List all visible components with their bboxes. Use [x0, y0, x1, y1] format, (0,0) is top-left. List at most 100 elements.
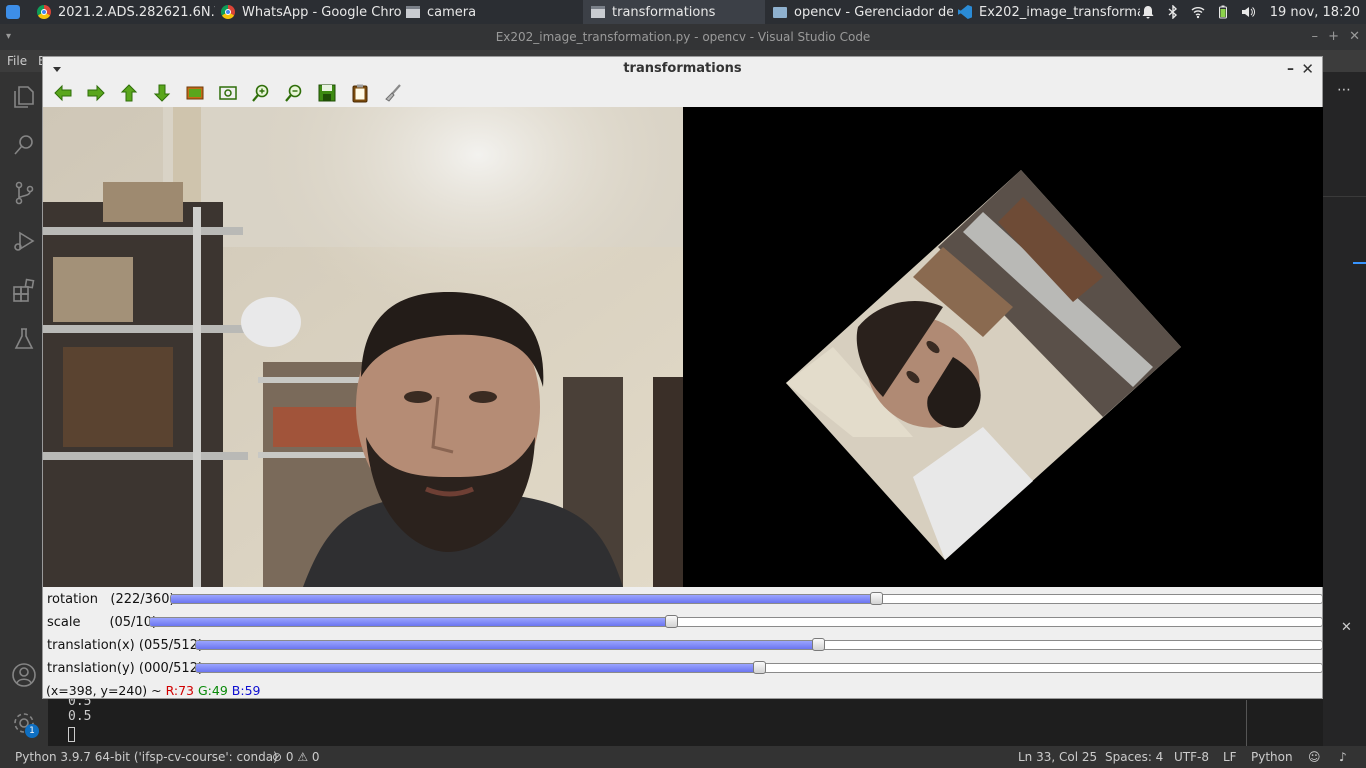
- vscode-menu-arrow-icon[interactable]: ▾: [6, 24, 11, 50]
- feedback-icon[interactable]: ☺: [1308, 746, 1321, 768]
- notifications-bell-icon[interactable]: ♪: [1339, 746, 1347, 768]
- panel-split-line: [1246, 700, 1247, 746]
- vscode-icon: [958, 5, 972, 19]
- scale-track[interactable]: [149, 617, 1323, 627]
- zoom-to-fit-icon[interactable]: [184, 82, 206, 104]
- encoding[interactable]: UTF-8: [1174, 746, 1209, 768]
- language-mode[interactable]: Python: [1251, 746, 1293, 768]
- blue-value: B:59: [231, 683, 261, 698]
- line-ending[interactable]: LF: [1223, 746, 1237, 768]
- cv-titlebar: transformations – ✕: [43, 57, 1322, 81]
- extensions-icon[interactable]: [11, 278, 37, 304]
- task-vscode[interactable]: Ex202_image_transformat...: [958, 0, 1140, 24]
- red-value: R:73: [165, 683, 195, 698]
- transformed-frame: [786, 170, 1181, 560]
- wifi-icon[interactable]: [1191, 5, 1205, 19]
- zoom-in-icon[interactable]: [250, 82, 272, 104]
- more-actions-icon[interactable]: ⋯: [1337, 82, 1351, 98]
- bluetooth-icon[interactable]: [1166, 5, 1180, 19]
- bell-icon[interactable]: [1141, 5, 1155, 19]
- cursor-position[interactable]: Ln 33, Col 25: [1018, 746, 1097, 768]
- search-icon[interactable]: [11, 132, 37, 158]
- minimize-icon[interactable]: –: [1287, 57, 1294, 81]
- explorer-icon[interactable]: [11, 84, 37, 110]
- task-camera[interactable]: camera: [406, 0, 576, 24]
- translation-x-track[interactable]: [195, 640, 1323, 650]
- notification-badge: 1: [25, 724, 39, 738]
- slider-translation-x: translation(x) (055/512): [43, 634, 1323, 657]
- volume-icon[interactable]: [1241, 5, 1255, 19]
- menu-file[interactable]: File: [7, 50, 27, 72]
- chrome-icon: [37, 5, 51, 19]
- task-label: 2021.2.ADS.282621.6N.TP...: [58, 4, 215, 20]
- maximize-icon[interactable]: +: [1328, 24, 1339, 50]
- task-file-manager[interactable]: opencv - Gerenciador de a...: [773, 0, 953, 24]
- problems-count[interactable]: ⊘ 0 ⚠ 0: [272, 746, 320, 768]
- slider-rotation: rotation (222/360): [43, 588, 1323, 611]
- slider-label: translation(x) (055/512): [47, 638, 204, 653]
- clock[interactable]: 19 nov, 18:20: [1270, 5, 1360, 20]
- slider-label: rotation (222/360): [47, 592, 175, 607]
- window-icon: [591, 6, 605, 18]
- cv-toolbar: [43, 81, 1322, 107]
- chrome-icon: [221, 5, 235, 19]
- cursor-coords: (x=398, y=240) ~: [46, 683, 166, 698]
- copy-clipboard-icon[interactable]: [349, 82, 371, 104]
- window-icon: [406, 6, 420, 18]
- rotation-handle[interactable]: [869, 592, 883, 605]
- pan-right-icon[interactable]: [85, 82, 107, 104]
- close-icon[interactable]: ✕: [1301, 57, 1314, 81]
- python-interpreter[interactable]: Python 3.9.7 64-bit ('ifsp-cv-course': c…: [15, 746, 278, 768]
- manage-gear-icon[interactable]: 1: [11, 710, 39, 738]
- webcam-frame: [43, 107, 683, 587]
- opencv-window: transformations – ✕ rotation (222/360) s…: [42, 56, 1323, 699]
- save-image-icon[interactable]: [316, 82, 338, 104]
- green-value: G:49: [198, 683, 228, 698]
- minimize-icon[interactable]: –: [1312, 24, 1319, 50]
- source-control-icon[interactable]: [11, 180, 37, 206]
- scroll-indicator: [1353, 262, 1366, 264]
- task-transformations[interactable]: transformations: [583, 0, 765, 24]
- editor-right-strip: ⋯ ✕: [1323, 72, 1366, 746]
- task-label: opencv - Gerenciador de a...: [794, 4, 953, 20]
- slider-label: translation(y) (000/512): [47, 661, 204, 676]
- activity-bar: 1: [0, 72, 48, 746]
- pan-left-icon[interactable]: [52, 82, 74, 104]
- panel-divider: [1323, 196, 1366, 197]
- zoom-image-icon[interactable]: [217, 82, 239, 104]
- indentation[interactable]: Spaces: 4: [1105, 746, 1163, 768]
- window-menu-icon[interactable]: [53, 67, 61, 72]
- original-image[interactable]: [43, 107, 683, 587]
- system-tray: 19 nov, 18:20: [1141, 0, 1366, 24]
- translation-y-handle[interactable]: [753, 661, 766, 674]
- run-debug-icon[interactable]: [11, 228, 37, 254]
- slider-translation-y: translation(y) (000/512): [43, 657, 1323, 680]
- app-menu-icon[interactable]: [6, 5, 20, 19]
- zoom-out-icon[interactable]: [283, 82, 305, 104]
- task-label: Ex202_image_transformat...: [979, 4, 1140, 20]
- slider-scale: scale (05/10): [43, 611, 1323, 634]
- vscode-statusbar: Python 3.9.7 64-bit ('ifsp-cv-course': c…: [0, 746, 1366, 768]
- cv-window-title: transformations: [623, 61, 742, 76]
- translation-x-handle[interactable]: [811, 638, 825, 651]
- task-label: WhatsApp - Google Chrome: [242, 4, 401, 20]
- task-whatsapp[interactable]: WhatsApp - Google Chrome: [221, 0, 401, 24]
- rotation-track[interactable]: [170, 594, 1323, 604]
- scale-handle[interactable]: [665, 615, 679, 628]
- pan-up-icon[interactable]: [118, 82, 140, 104]
- task-course[interactable]: 2021.2.ADS.282621.6N.TP...: [37, 0, 215, 24]
- transformed-image[interactable]: [683, 107, 1323, 587]
- panel-close-icon[interactable]: ✕: [1341, 620, 1352, 635]
- folder-icon: [773, 6, 787, 18]
- vscode-title: Ex202_image_transformation.py - opencv -…: [495, 30, 871, 44]
- task-label: camera: [427, 4, 477, 20]
- close-icon[interactable]: ✕: [1349, 24, 1360, 50]
- terminal-cursor[interactable]: [68, 727, 75, 742]
- battery-icon[interactable]: [1216, 5, 1230, 19]
- properties-brush-icon[interactable]: [382, 82, 404, 104]
- vscode-titlebar: ▾ Ex202_image_transformation.py - opencv…: [0, 24, 1366, 50]
- testing-icon[interactable]: [11, 326, 37, 352]
- account-icon[interactable]: [11, 662, 37, 688]
- slider-label: scale (05/10): [47, 615, 158, 630]
- pan-down-icon[interactable]: [151, 82, 173, 104]
